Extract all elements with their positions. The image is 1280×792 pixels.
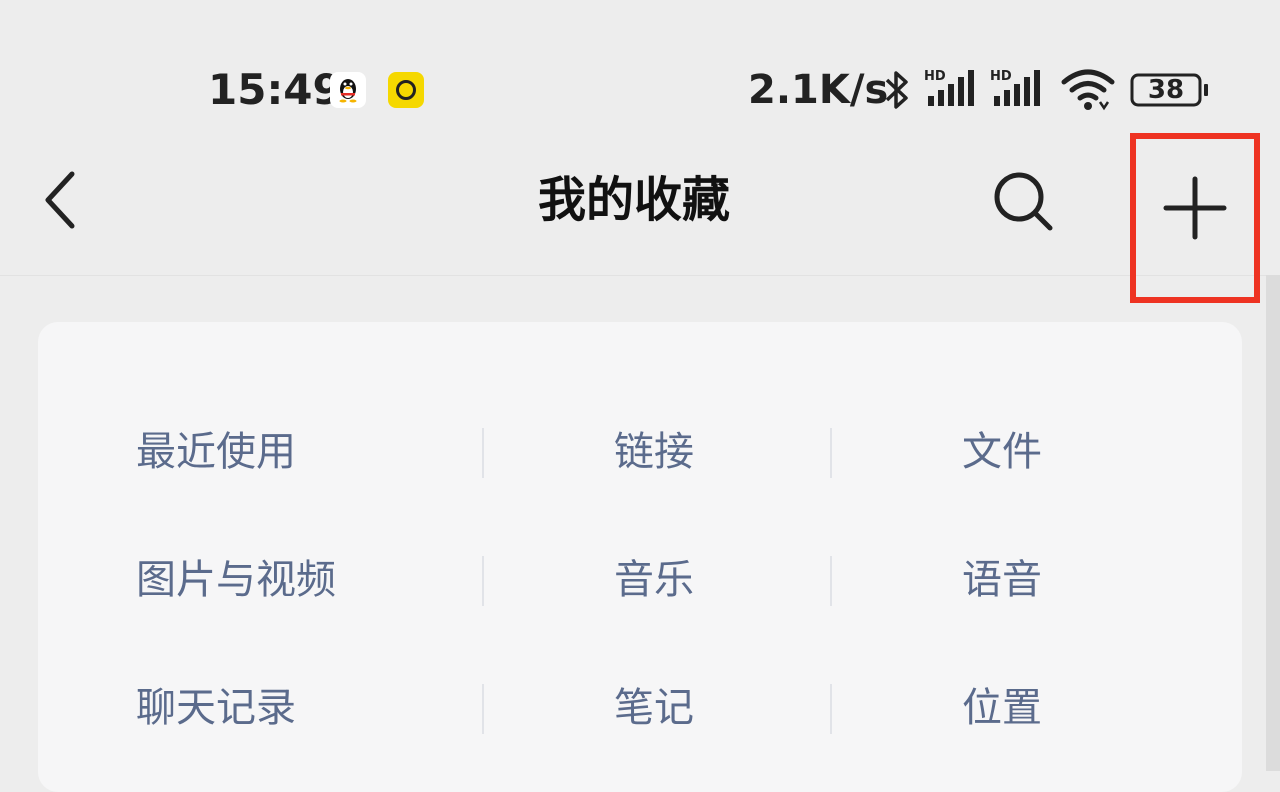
battery-level: 38 <box>1147 75 1185 105</box>
signal-icon: HD <box>924 66 984 110</box>
add-button[interactable] <box>1130 133 1260 303</box>
category-row: 聊天记录 笔记 位置 <box>38 668 1242 748</box>
category-row: 图片与视频 音乐 语音 <box>38 540 1242 620</box>
page-title: 我的收藏 <box>537 172 730 228</box>
divider <box>830 556 832 606</box>
signal-icon: HD <box>990 66 1050 110</box>
category-voice[interactable]: 语音 <box>962 540 1042 620</box>
category-photos-videos[interactable]: 图片与视频 <box>136 540 336 620</box>
category-row: 最近使用 链接 文件 <box>38 412 1242 492</box>
wifi-icon <box>1060 68 1116 112</box>
plus-icon <box>1163 176 1227 240</box>
bluetooth-icon <box>882 68 912 112</box>
divider <box>482 684 484 734</box>
category-links[interactable]: 链接 <box>614 412 694 492</box>
nav-bar: 我的收藏 <box>0 130 1280 303</box>
category-card: 最近使用 链接 文件 图片与视频 音乐 语音 聊天记录 笔记 位置 <box>38 322 1242 792</box>
search-icon <box>994 172 1053 231</box>
qq-icon <box>330 72 366 108</box>
status-time: 15:49 <box>208 65 342 114</box>
divider <box>830 684 832 734</box>
net-speed: 2.1K/s <box>748 67 889 113</box>
hd-label: HD <box>990 69 1012 84</box>
scrollbar[interactable] <box>1266 275 1280 771</box>
category-location[interactable]: 位置 <box>962 668 1042 748</box>
category-files[interactable]: 文件 <box>962 412 1042 492</box>
divider <box>482 428 484 478</box>
divider <box>830 428 832 478</box>
hd-label: HD <box>924 69 946 84</box>
category-recent[interactable]: 最近使用 <box>136 412 296 492</box>
divider <box>482 556 484 606</box>
status-bar: 15:49 2.1K/s HD HD 38 <box>0 0 1280 130</box>
category-chat-history[interactable]: 聊天记录 <box>136 668 296 748</box>
category-music[interactable]: 音乐 <box>614 540 694 620</box>
app-circle-icon <box>388 72 424 108</box>
search-button[interactable] <box>988 166 1058 236</box>
category-notes[interactable]: 笔记 <box>614 668 694 748</box>
